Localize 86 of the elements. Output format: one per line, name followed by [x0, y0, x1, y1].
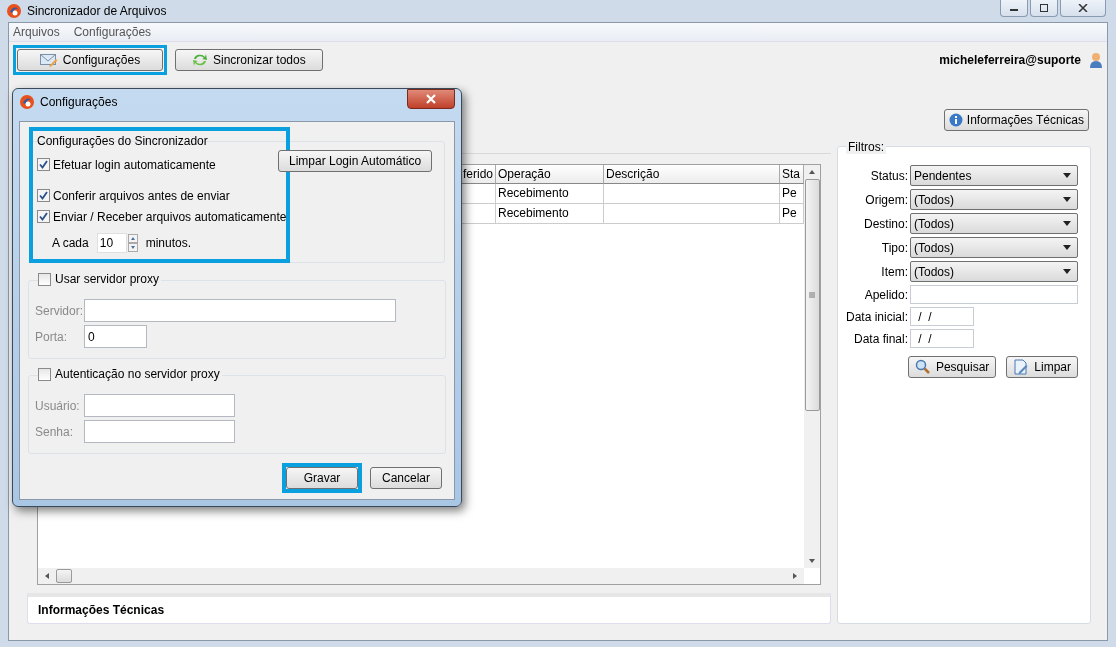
column-header[interactable]: Descrição: [604, 165, 780, 184]
date-field[interactable]: / /: [910, 307, 974, 326]
app-logo-icon: [19, 94, 35, 110]
horizontal-scrollbar[interactable]: [38, 568, 804, 584]
dropdown[interactable]: Pendentes: [910, 165, 1078, 186]
checkbox-label: Enviar / Receber arquivos automaticamente: [53, 209, 287, 224]
checkbox[interactable]: [37, 158, 50, 171]
search-icon: [914, 359, 931, 375]
minimize-button[interactable]: [1000, 0, 1028, 17]
clear-button[interactable]: Limpar: [1006, 356, 1078, 378]
close-button[interactable]: [407, 89, 455, 109]
password-field[interactable]: [84, 420, 235, 443]
menu-item[interactable]: Configurações: [73, 25, 152, 39]
checkbox[interactable]: [38, 367, 51, 381]
sync-icon: [192, 53, 208, 67]
sync-button[interactable]: Sincronizar todos: [175, 49, 323, 71]
field-label: Tipo:: [880, 240, 908, 255]
checkbox-label: Usar servidor proxy: [55, 272, 160, 286]
close-icon: [1078, 4, 1088, 12]
down-arrow-icon: [808, 558, 816, 564]
field-label: Usuário:: [35, 398, 81, 413]
interval-label: A cada: [52, 236, 89, 250]
dropdown-arrow-icon: [1063, 173, 1071, 178]
up-arrow-icon: [808, 169, 816, 175]
checkbox-label: Efetuar login automaticamente: [53, 157, 216, 172]
scroll-thumb[interactable]: [804, 179, 820, 411]
close-button[interactable]: [1060, 0, 1106, 17]
user-icon: [1089, 52, 1103, 68]
dialog-title: Configurações: [40, 95, 118, 109]
field-label: Senha:: [35, 424, 75, 439]
port-field[interactable]: 0: [84, 325, 147, 348]
settings-button[interactable]: Configurações: [17, 49, 163, 71]
info-button[interactable]: Informações Técnicas: [943, 109, 1089, 131]
info-icon: [948, 113, 963, 127]
maximize-button[interactable]: [1030, 0, 1058, 17]
column-header[interactable]: Sta: [780, 165, 804, 184]
scroll-thumb[interactable]: [56, 569, 72, 583]
field-label: Porta:: [35, 329, 68, 344]
text-field[interactable]: [910, 285, 1078, 304]
username-field[interactable]: [84, 394, 235, 417]
dropdown[interactable]: (Todos): [910, 189, 1078, 210]
dropdown-arrow-icon: [1063, 197, 1071, 202]
close-icon: [425, 94, 437, 104]
field-label: Status:: [869, 168, 908, 183]
cancel-button[interactable]: Cancelar: [370, 467, 442, 489]
filters-title: Filtros:: [846, 140, 886, 154]
dropdown-arrow-icon: [1063, 245, 1071, 250]
section-title: Informações Técnicas: [38, 603, 165, 617]
checkbox-label: Autenticação no servidor proxy: [55, 367, 220, 381]
field-label: Servidor:: [35, 303, 84, 318]
dropdown[interactable]: (Todos): [910, 237, 1078, 258]
field-label: Data final:: [852, 331, 908, 346]
save-button[interactable]: Gravar: [286, 467, 358, 489]
checkbox-label: Conferir arquivos antes de enviar: [53, 188, 230, 203]
field-label: Data inicial:: [844, 309, 908, 324]
server-field[interactable]: [84, 299, 396, 322]
table-cell: Recebimento: [496, 184, 604, 204]
left-arrow-icon: [44, 572, 50, 580]
field-label: Destino:: [862, 216, 908, 231]
app-logo-icon: [6, 3, 22, 19]
window-title: Sincronizador de Arquivos: [27, 4, 167, 18]
column-header[interactable]: Operação: [496, 165, 604, 184]
envelope-icon: [39, 53, 58, 67]
search-button[interactable]: Pesquisar: [907, 356, 997, 378]
right-arrow-icon: [792, 572, 798, 580]
vertical-scrollbar[interactable]: [804, 165, 820, 568]
document-icon: [1013, 359, 1030, 375]
grip-icon: [808, 291, 816, 299]
dropdown[interactable]: (Todos): [910, 261, 1078, 282]
checkbox[interactable]: [37, 189, 50, 202]
field-label: Origem:: [864, 192, 908, 207]
user-name: micheleferreira@suporte: [939, 53, 1081, 67]
maximize-icon: [1039, 4, 1049, 12]
menu-item[interactable]: Arquivos: [13, 25, 60, 39]
checkbox[interactable]: [38, 272, 51, 286]
field-label: Item:: [880, 264, 908, 279]
checkbox[interactable]: [37, 210, 50, 223]
table-cell: Recebimento: [496, 204, 604, 224]
group-title: Configurações do Sincronizador: [37, 134, 209, 148]
field-label: Apelido:: [863, 287, 908, 302]
dropdown[interactable]: (Todos): [910, 213, 1078, 234]
dropdown-arrow-icon: [1063, 221, 1071, 226]
dropdown-arrow-icon: [1063, 269, 1071, 274]
date-field[interactable]: / /: [910, 329, 974, 348]
interval-unit: minutos.: [145, 236, 192, 250]
clear-login-button[interactable]: Limpar Login Automático: [278, 150, 433, 172]
